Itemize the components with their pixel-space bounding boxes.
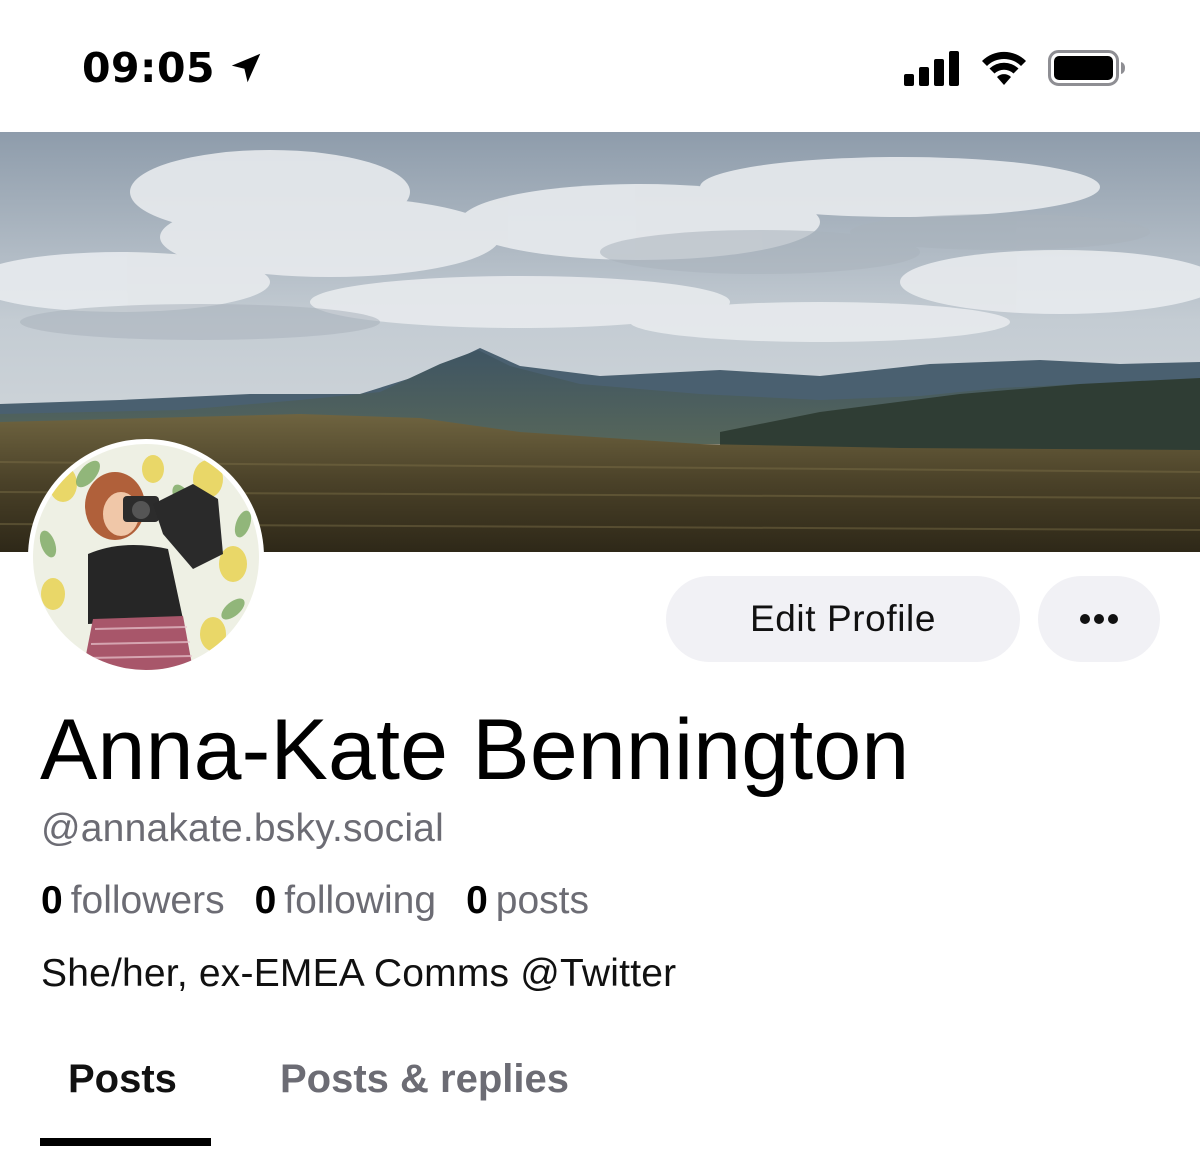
tab-posts-and-replies[interactable]: Posts & replies <box>280 1054 569 1104</box>
followers-count: 0 <box>41 879 63 922</box>
followers-stat[interactable]: 0 followers <box>41 877 225 925</box>
status-bar: 09:05 <box>0 0 1200 132</box>
more-options-button[interactable] <box>1038 576 1160 662</box>
following-label: following <box>284 879 437 922</box>
ellipsis-icon <box>1080 614 1118 624</box>
profile-avatar[interactable] <box>28 439 264 675</box>
cellular-signal-icon <box>904 51 959 86</box>
active-tab-indicator <box>40 1138 211 1146</box>
posts-stat: 0 posts <box>466 877 589 925</box>
profile-tabs: Posts Posts & replies <box>0 1040 1200 1174</box>
wifi-icon <box>982 51 1026 85</box>
following-count: 0 <box>254 879 277 922</box>
followers-label: followers <box>70 879 225 922</box>
battery-icon <box>1048 50 1125 86</box>
posts-count: 0 <box>466 879 488 922</box>
avatar-photo <box>33 444 259 670</box>
profile-handle: @annakate.bsky.social <box>41 807 444 850</box>
status-time: 09:05 <box>82 44 216 92</box>
edit-profile-button[interactable]: Edit Profile <box>666 576 1020 662</box>
tab-posts[interactable]: Posts <box>68 1054 177 1104</box>
location-arrow-icon <box>231 53 261 83</box>
following-stat[interactable]: 0 following <box>255 877 436 925</box>
posts-label: posts <box>495 879 589 922</box>
profile-stats: 0 followers 0 following 0 posts <box>41 877 619 925</box>
display-name: Anna-Kate Bennington <box>40 702 910 798</box>
status-indicators <box>904 50 1126 86</box>
status-time-group: 09:05 <box>82 44 265 92</box>
profile-bio: She/her, ex-EMEA Comms @Twitter <box>41 952 677 995</box>
